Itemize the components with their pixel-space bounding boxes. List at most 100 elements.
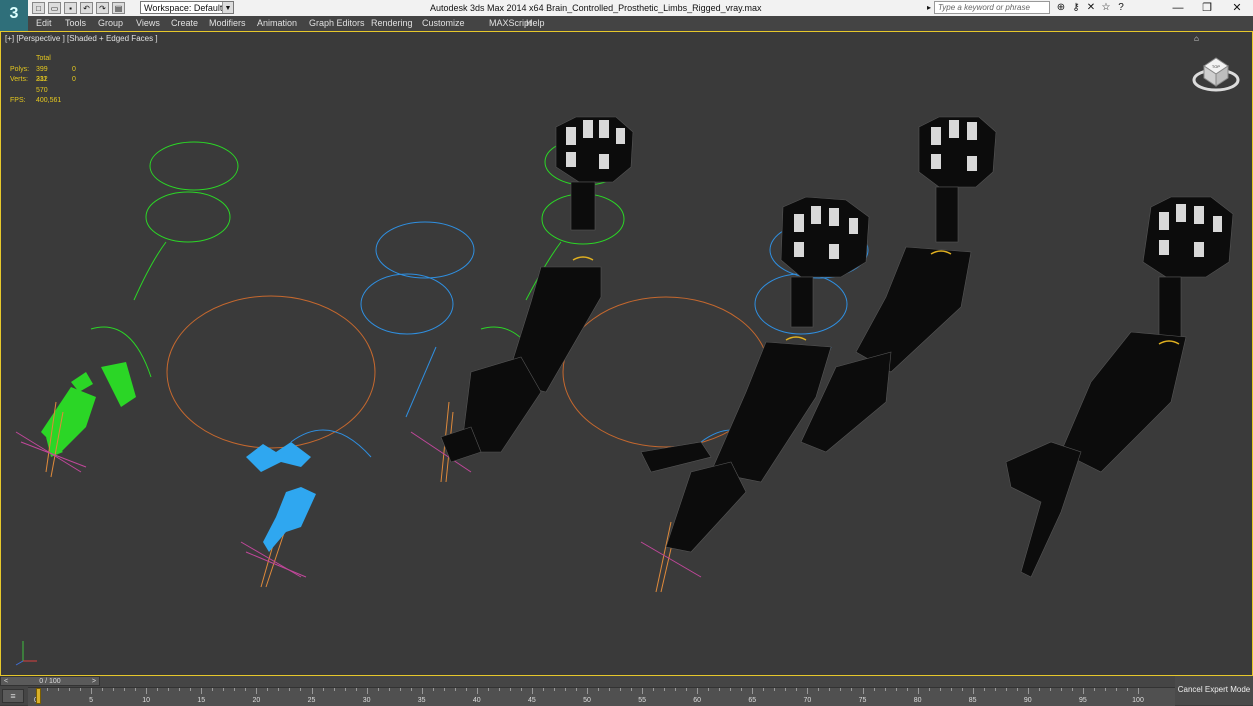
timeline-tick bbox=[895, 688, 897, 691]
timeline-tick-label: 55 bbox=[638, 697, 646, 704]
menu-group[interactable]: Group bbox=[98, 18, 123, 28]
timeline-tick bbox=[58, 688, 60, 691]
timeline-tick-label: 5 bbox=[89, 697, 94, 704]
menu-create[interactable]: Create bbox=[171, 18, 198, 28]
search-input[interactable]: Type a keyword or phrase bbox=[934, 1, 1050, 14]
timeline-tick bbox=[333, 688, 335, 691]
timeline-track[interactable]: 0510152025303540455055606570758085909510… bbox=[28, 687, 1175, 706]
timeline-tick bbox=[1093, 688, 1095, 691]
menu-customize[interactable]: Customize bbox=[422, 18, 465, 28]
scene-objects bbox=[15, 116, 1234, 593]
timeline-tick bbox=[135, 688, 137, 691]
pink-bone-lines bbox=[15, 431, 702, 578]
timeline-tick bbox=[961, 688, 963, 691]
timeline-tick bbox=[179, 688, 181, 691]
timeline-tick bbox=[553, 688, 555, 691]
menu-views[interactable]: Views bbox=[136, 18, 160, 28]
timeline-tick bbox=[785, 688, 787, 691]
timeline-tick bbox=[223, 688, 225, 691]
timeline-tick bbox=[432, 688, 434, 691]
menu-rendering[interactable]: Rendering bbox=[371, 18, 413, 28]
timeline-tick bbox=[388, 688, 390, 691]
timeline-tick bbox=[664, 688, 666, 691]
app-logo[interactable]: 3 bbox=[0, 0, 28, 31]
timeline-tick bbox=[939, 688, 941, 691]
time-slider-handle[interactable] bbox=[36, 688, 41, 704]
exchange-icon[interactable]: ✕ bbox=[1085, 2, 1097, 14]
timeline-tick bbox=[366, 688, 368, 694]
perspective-viewport[interactable]: [+] [Perspective ] [Shaded + Edged Faces… bbox=[0, 31, 1253, 676]
timeline-tick-label: 65 bbox=[748, 697, 757, 704]
timeline-tick bbox=[399, 688, 401, 691]
timeline-tick bbox=[168, 688, 170, 691]
timeline-tick-label: 75 bbox=[858, 697, 867, 704]
timeline-tick bbox=[212, 688, 214, 691]
timeline-tick bbox=[124, 688, 126, 691]
restore-button[interactable]: ❐ bbox=[1192, 0, 1222, 16]
timeline-tick-label: 90 bbox=[1023, 697, 1032, 704]
timeline-tick bbox=[355, 688, 357, 691]
redo-icon[interactable]: ↷ bbox=[96, 2, 109, 14]
timeline-tick bbox=[598, 688, 600, 691]
new-file-icon[interactable]: □ bbox=[32, 2, 45, 14]
timeline-tick bbox=[531, 688, 533, 694]
help-icon[interactable]: ? bbox=[1115, 2, 1127, 14]
menu-animation[interactable]: Animation bbox=[257, 18, 297, 28]
timeline-tick-label: 45 bbox=[527, 697, 536, 704]
menu-tools[interactable]: Tools bbox=[65, 18, 86, 28]
menu-edit[interactable]: Edit bbox=[36, 18, 52, 28]
timeline-tick-label: 40 bbox=[472, 697, 481, 704]
timeline-tick bbox=[1082, 688, 1084, 694]
timeline-tick bbox=[774, 688, 776, 691]
menu-graph-editors[interactable]: Graph Editors bbox=[309, 18, 365, 28]
timeline-tick-label: 50 bbox=[583, 697, 591, 704]
timeline-tick bbox=[697, 688, 699, 694]
timeline-tick bbox=[300, 688, 302, 691]
star-icon[interactable]: ☆ bbox=[1100, 2, 1112, 14]
open-file-icon[interactable]: ▭ bbox=[48, 2, 61, 14]
timeline-tick bbox=[69, 688, 71, 691]
timeline-tick-label: 15 bbox=[197, 697, 206, 704]
next-frame-button[interactable]: > bbox=[92, 677, 96, 686]
prev-frame-button[interactable]: < bbox=[4, 677, 8, 686]
timeline-tick bbox=[234, 688, 236, 691]
workspace-dropdown[interactable]: Workspace: Default ▼ bbox=[140, 1, 234, 14]
window-title: Autodesk 3ds Max 2014 x64 Brain_Controll… bbox=[430, 3, 762, 13]
timeline-tick bbox=[1115, 688, 1117, 691]
timeline-tick bbox=[1126, 688, 1128, 691]
cancel-expert-mode-button[interactable]: Cancel Expert Mode bbox=[1175, 676, 1253, 705]
chevron-down-icon: ▼ bbox=[222, 2, 233, 13]
timeline-tick bbox=[498, 688, 500, 691]
timeline-tick bbox=[763, 688, 765, 691]
timeline-tick bbox=[928, 688, 930, 691]
timeline-tick-label: 10 bbox=[142, 697, 151, 704]
timeline-tick bbox=[575, 688, 577, 691]
timeline-tick bbox=[201, 688, 203, 694]
project-folder-icon[interactable]: ▤ bbox=[112, 2, 125, 14]
timeline-tick bbox=[322, 688, 324, 691]
undo-icon[interactable]: ↶ bbox=[80, 2, 93, 14]
timeline-tick bbox=[454, 688, 456, 691]
timeline-tick bbox=[873, 688, 875, 691]
save-file-icon[interactable]: ▪ bbox=[64, 2, 77, 14]
time-slider[interactable]: < 0 / 100 > bbox=[0, 676, 100, 686]
menu-modifiers[interactable]: Modifiers bbox=[209, 18, 246, 28]
timeline-tick bbox=[1038, 688, 1040, 691]
menu-bar: Edit Tools Group Views Create Modifiers … bbox=[28, 16, 1253, 32]
close-button[interactable]: ✕ bbox=[1222, 0, 1252, 16]
menu-help[interactable]: Help bbox=[526, 18, 545, 28]
minimize-button[interactable]: — bbox=[1163, 0, 1193, 16]
timeline-tick-label: 20 bbox=[252, 697, 261, 704]
curve-editor-icon[interactable]: ≡ bbox=[2, 689, 24, 703]
timeline-tick bbox=[421, 688, 423, 694]
timeline-tick bbox=[377, 688, 379, 691]
timeline-tick bbox=[796, 688, 798, 691]
frame-display: 0 / 100 bbox=[39, 678, 61, 685]
timeline-tick bbox=[851, 688, 853, 691]
timeline-tick bbox=[862, 688, 864, 694]
binoculars-icon[interactable]: ⊕ bbox=[1055, 2, 1067, 14]
key-icon[interactable]: ⚷ bbox=[1070, 2, 1082, 14]
timeline-tick bbox=[906, 688, 908, 691]
timeline-tick bbox=[675, 688, 677, 691]
search-arrow-icon[interactable]: ▸ bbox=[927, 3, 931, 12]
